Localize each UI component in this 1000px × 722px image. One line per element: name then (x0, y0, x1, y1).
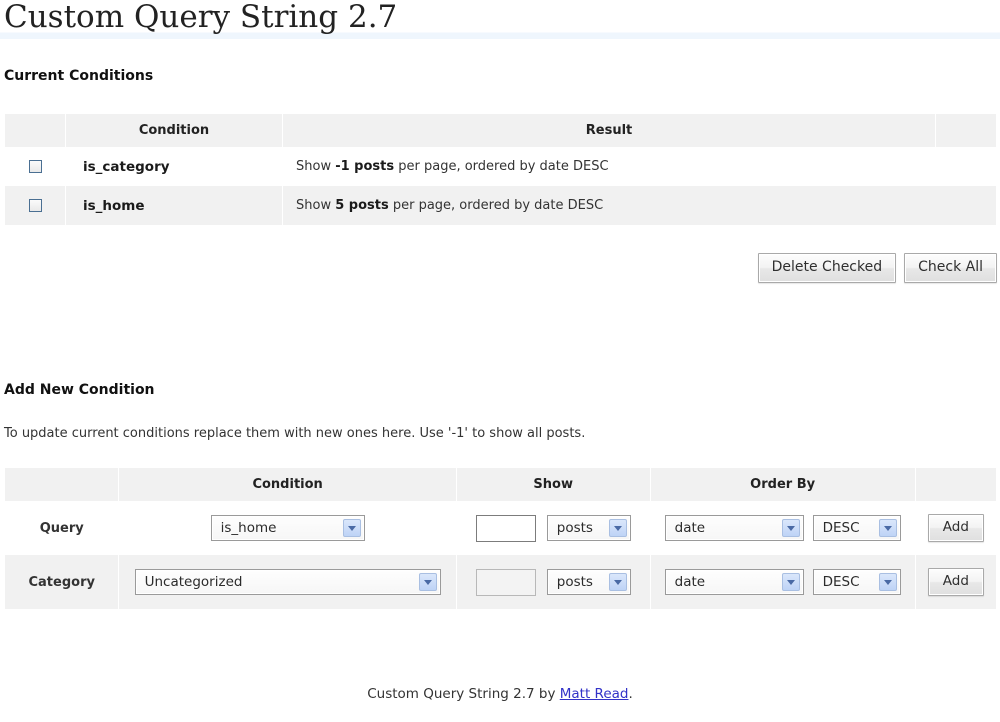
column-header-order-by: Order By (650, 468, 915, 501)
category-condition-cell: Uncategorized (119, 555, 456, 609)
category-show-input[interactable] (475, 568, 536, 596)
result-highlight: 5 posts (335, 198, 389, 213)
category-action-cell: Add (915, 555, 996, 609)
condition-name: is_category (83, 158, 170, 175)
query-condition-cell: is_home (119, 501, 456, 555)
result-cell: Show -1 posts per page, ordered by date … (283, 147, 996, 186)
add-category-button[interactable]: Add (927, 568, 984, 596)
check-all-button[interactable]: Check All (904, 253, 997, 284)
column-header-show: Show (456, 468, 650, 501)
column-header-result: Result (283, 114, 935, 147)
delete-checked-button[interactable]: Delete Checked (757, 253, 897, 284)
row-checkbox-cell (5, 186, 65, 225)
category-condition-value: Uncategorized (144, 574, 243, 590)
result-suffix: per page, ordered by date DESC (388, 198, 604, 213)
query-action-cell: Add (915, 501, 996, 555)
condition-cell: is_home (66, 186, 282, 225)
query-orderby-select[interactable]: date (664, 515, 804, 541)
category-condition-select[interactable]: Uncategorized (134, 569, 441, 595)
query-condition-value: is_home (220, 520, 277, 536)
add-new-condition-heading: Add New Condition (4, 382, 155, 398)
chevron-down-icon (418, 573, 437, 591)
chevron-down-icon (781, 573, 800, 591)
result-prefix: Show (296, 198, 336, 213)
row-label-query: Query (5, 501, 119, 555)
condition-name: is_home (83, 197, 145, 214)
chevron-down-icon (608, 573, 627, 591)
table-row: is_home Show 5 posts per page, ordered b… (5, 186, 996, 225)
category-orderby-select[interactable]: date (664, 569, 804, 595)
query-show-cell: posts (456, 501, 650, 555)
query-unit-select[interactable]: posts (546, 515, 631, 541)
current-conditions-table: Condition Result is_category Show -1 pos… (4, 114, 997, 225)
row-checkbox-cell (5, 147, 65, 186)
chevron-down-icon (342, 519, 361, 537)
add-query-button[interactable]: Add (927, 514, 984, 542)
footer: Custom Query String 2.7 by Matt Read. (0, 686, 1000, 702)
column-header-condition: Condition (66, 114, 282, 147)
chevron-down-icon (608, 519, 627, 537)
current-conditions-heading: Current Conditions (4, 68, 154, 84)
result-text: Show -1 posts per page, ordered by date … (289, 159, 990, 174)
column-header-checkbox (5, 114, 65, 147)
condition-cell: is_category (66, 147, 282, 186)
row-label-category: Category (5, 555, 119, 609)
row-select-checkbox[interactable] (28, 160, 42, 173)
result-cell: Show 5 posts per page, ordered by date D… (283, 186, 996, 225)
category-orderby-cell: date DESC (650, 555, 915, 609)
footer-prefix: Custom Query String 2.7 by (367, 686, 560, 702)
chevron-down-icon (781, 519, 800, 537)
footer-author-link[interactable]: Matt Read (560, 686, 629, 702)
add-new-instructions: To update current conditions replace the… (4, 426, 586, 441)
table-row: is_category Show -1 posts per page, orde… (5, 147, 996, 186)
category-unit-select[interactable]: posts (546, 569, 631, 595)
result-suffix: per page, ordered by date DESC (394, 159, 609, 174)
add-new-condition-table: Condition Show Order By Query is_home po… (4, 468, 997, 609)
category-direction-select[interactable]: DESC (812, 569, 901, 595)
column-header-condition: Condition (119, 468, 456, 501)
query-direction-select[interactable]: DESC (812, 515, 901, 541)
row-select-checkbox[interactable] (28, 199, 42, 212)
chevron-down-icon (878, 519, 897, 537)
category-direction-value: DESC (822, 574, 860, 590)
add-category-row: Category Uncategorized posts date DESC Ad… (5, 555, 996, 609)
result-prefix: Show (296, 159, 336, 174)
query-orderby-value: date (674, 520, 706, 536)
category-orderby-value: date (674, 574, 706, 590)
chevron-down-icon (878, 573, 897, 591)
query-unit-value: posts (556, 520, 593, 536)
query-condition-select[interactable]: is_home (210, 515, 365, 541)
column-header-spacer (936, 114, 996, 147)
conditions-actions: Delete Checked Check All (4, 253, 997, 284)
table-header-row: Condition Result (5, 114, 996, 147)
result-text: Show 5 posts per page, ordered by date D… (289, 198, 990, 213)
column-header-label (5, 468, 119, 501)
column-header-action (915, 468, 996, 501)
query-show-input[interactable] (475, 514, 536, 542)
result-highlight: -1 posts (335, 159, 395, 174)
add-table-header-row: Condition Show Order By (5, 468, 996, 501)
query-orderby-cell: date DESC (650, 501, 915, 555)
category-show-cell: posts (456, 555, 650, 609)
query-direction-value: DESC (822, 520, 860, 536)
footer-suffix: . (628, 686, 633, 702)
page-title: Custom Query String 2.7 (0, 0, 1000, 39)
category-unit-value: posts (556, 574, 593, 590)
add-query-row: Query is_home posts date DESC Add (5, 501, 996, 555)
